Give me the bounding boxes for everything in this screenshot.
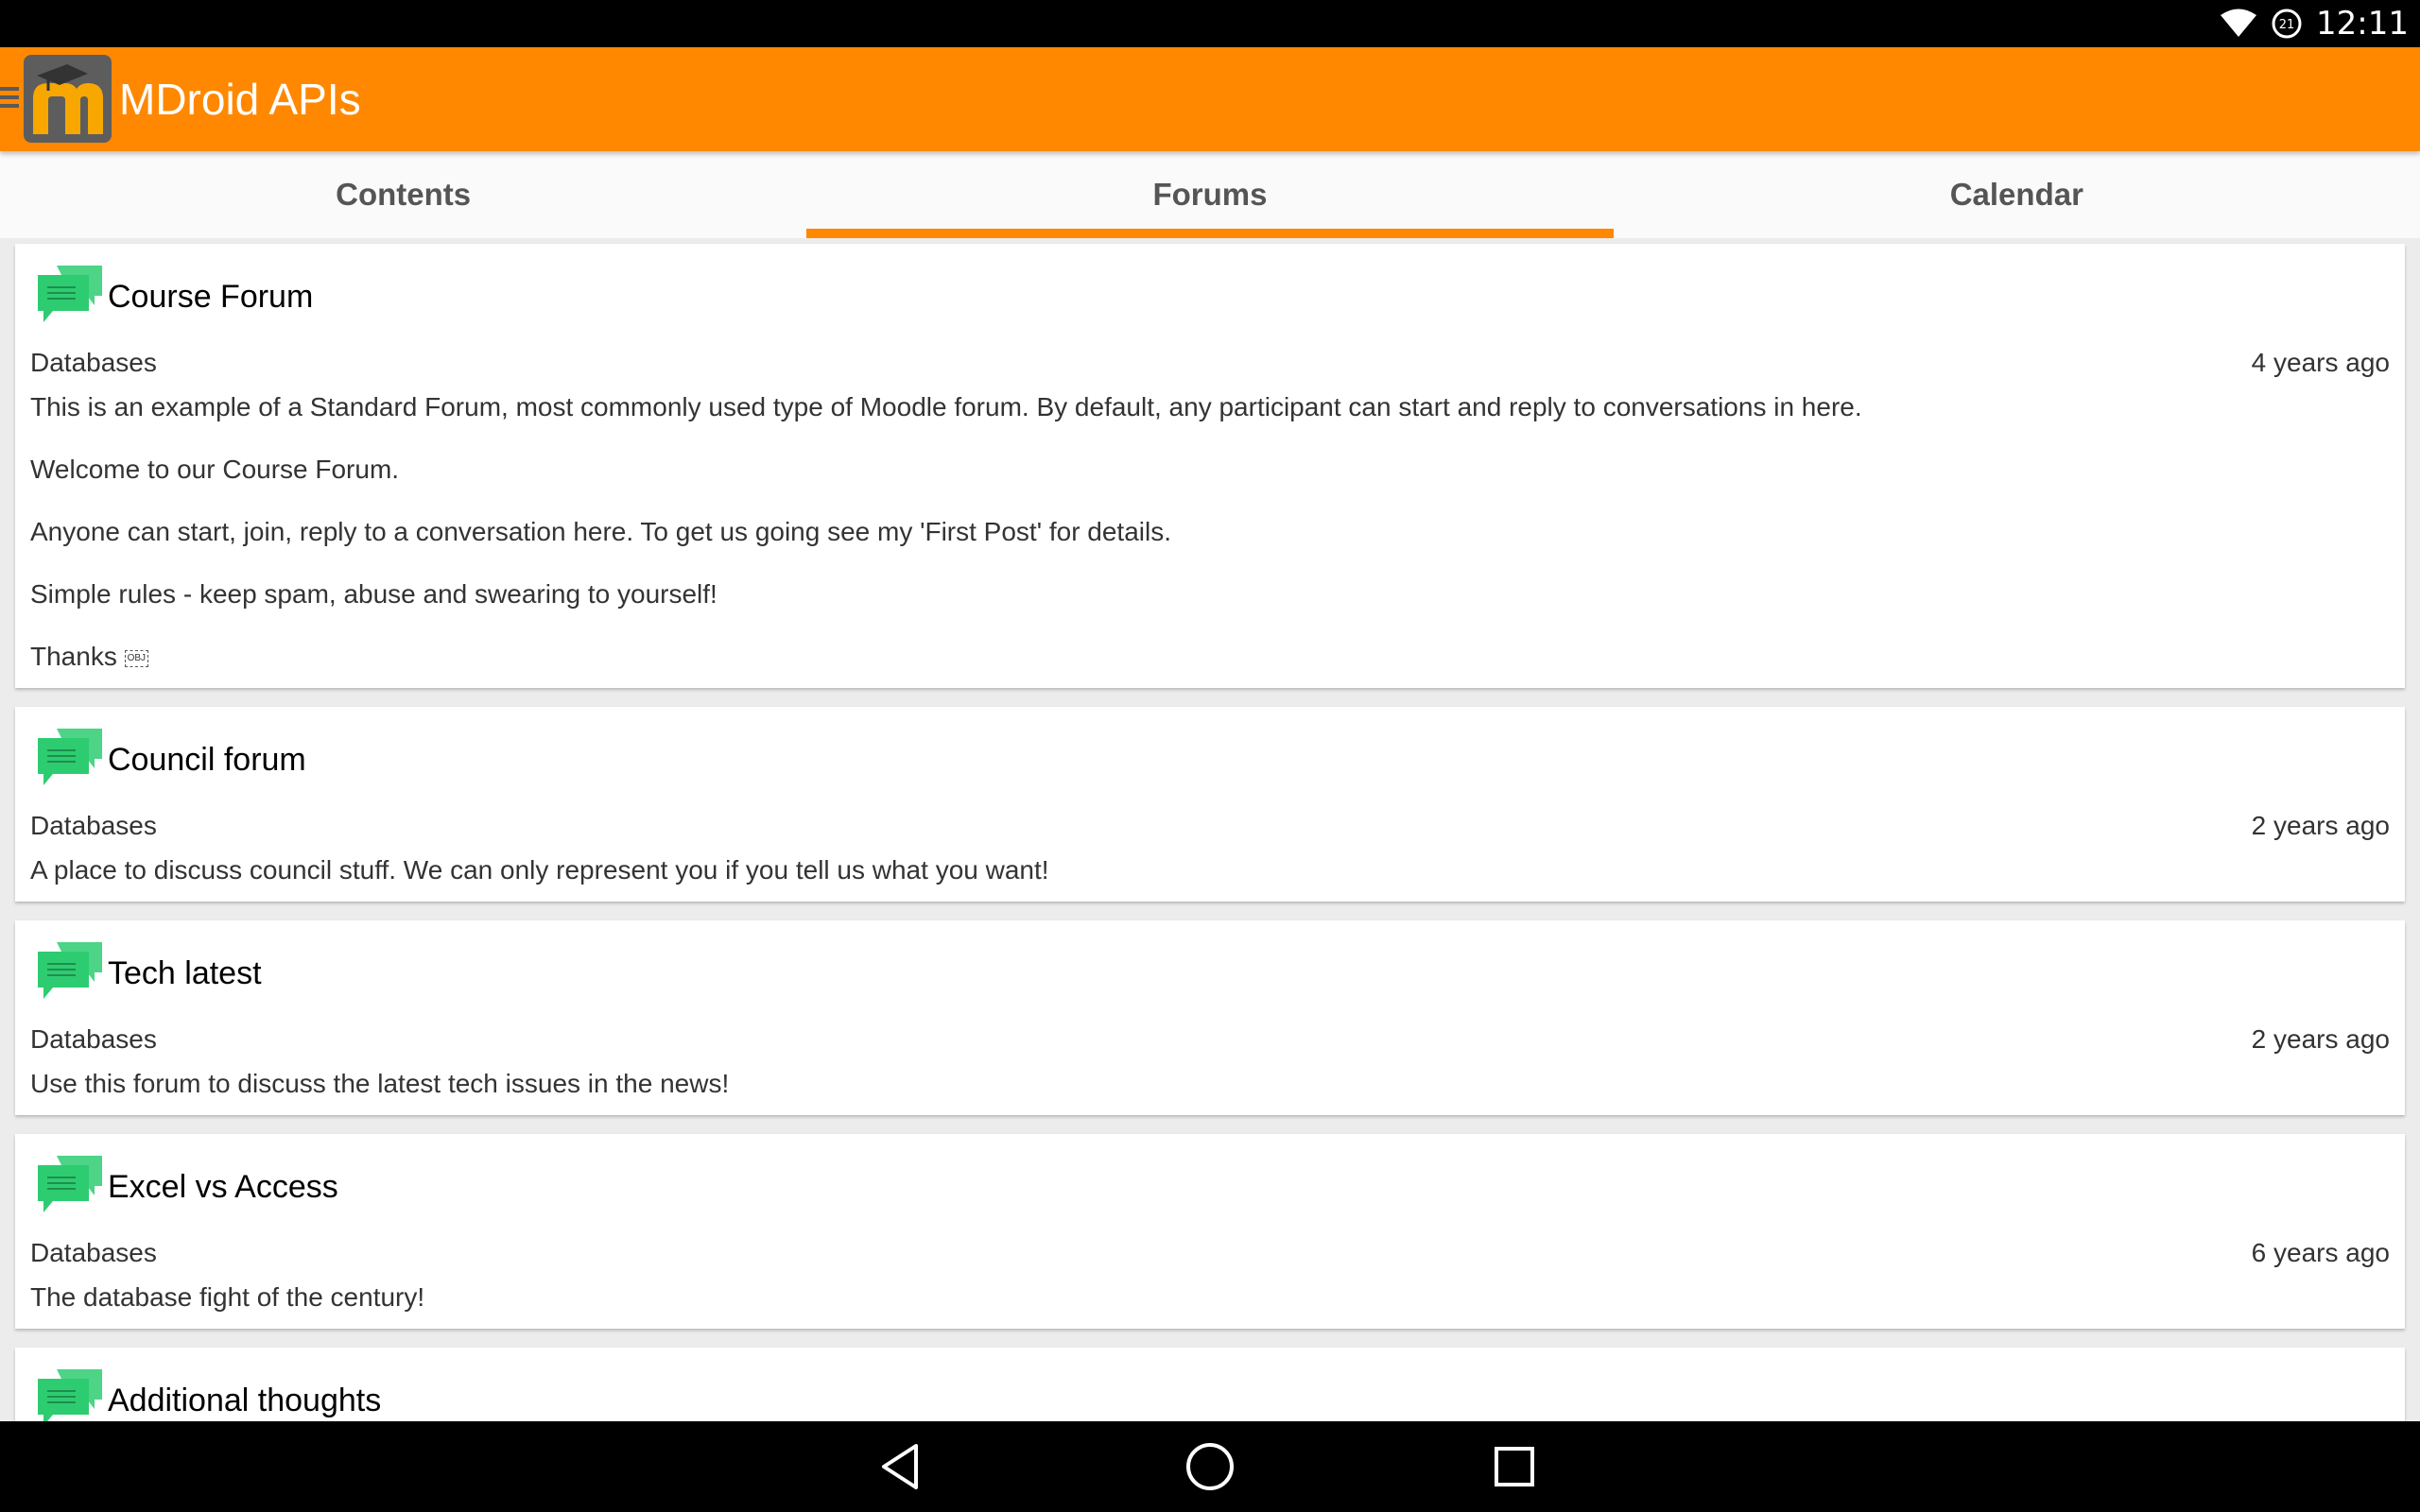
wifi-icon <box>2220 9 2257 39</box>
forum-list[interactable]: Course Forum Databases 4 years ago This … <box>0 238 2420 1421</box>
tab-label: Forums <box>1152 177 1268 212</box>
forum-time: 2 years ago <box>2251 811 2390 840</box>
forum-time: 4 years ago <box>2251 348 2390 377</box>
tab-label: Contents <box>336 177 472 212</box>
forum-description: Use this forum to discuss the latest tec… <box>30 1066 2390 1102</box>
forum-paragraph: Simple rules - keep spam, abuse and swea… <box>30 579 717 609</box>
forum-paragraph: A place to discuss council stuff. We can… <box>30 855 1049 885</box>
moodle-logo-icon[interactable] <box>24 55 112 143</box>
tab-bar: Contents Forums Calendar <box>0 151 2420 238</box>
forum-paragraph: The database fight of the century! <box>30 1282 425 1312</box>
menu-icon[interactable] <box>0 87 19 112</box>
forum-chat-icon <box>34 938 104 1008</box>
battery-level: 21 <box>2279 18 2295 32</box>
forum-title: Course Forum <box>108 278 314 315</box>
forum-card[interactable]: Tech latest Databases 2 years ago Use th… <box>15 920 2405 1115</box>
forum-chat-icon <box>34 725 104 795</box>
forum-card[interactable]: Council forum Databases 2 years ago A pl… <box>15 707 2405 902</box>
recents-icon[interactable] <box>1488 1440 1541 1493</box>
forum-category: Databases <box>30 811 157 840</box>
forum-time: 2 years ago <box>2251 1024 2390 1054</box>
forum-title: Excel vs Access <box>108 1168 338 1205</box>
forum-description: The database fight of the century! <box>30 1280 2390 1315</box>
forum-category: Databases <box>30 1024 157 1054</box>
forum-card[interactable]: Additional thoughts <box>15 1348 2405 1421</box>
tab-contents[interactable]: Contents <box>0 151 806 238</box>
object-placeholder: OBJ <box>124 649 149 667</box>
status-bar: 21 12:11 <box>0 0 2420 47</box>
tab-forums[interactable]: Forums <box>806 151 1614 238</box>
forum-paragraph: This is an example of a Standard Forum, … <box>30 392 1862 421</box>
system-nav-bar <box>0 1421 2420 1512</box>
forum-paragraph: Anyone can start, join, reply to a conve… <box>30 517 1172 546</box>
tab-label: Calendar <box>1949 177 2083 212</box>
tab-calendar[interactable]: Calendar <box>1614 151 2420 238</box>
forum-paragraph: Welcome to our Course Forum. <box>30 455 400 484</box>
forum-time: 6 years ago <box>2251 1238 2390 1267</box>
forum-description: This is an example of a Standard Forum, … <box>30 389 2390 675</box>
home-icon[interactable] <box>1184 1440 1236 1493</box>
forum-title: Additional thoughts <box>108 1382 382 1418</box>
forum-paragraph: Thanks <box>30 642 117 671</box>
forum-category: Databases <box>30 348 157 377</box>
app-bar: MDroid APIs <box>0 47 2420 151</box>
forum-title: Council forum <box>108 741 306 778</box>
forum-card[interactable]: Excel vs Access Databases 6 years ago Th… <box>15 1134 2405 1329</box>
forum-description: A place to discuss council stuff. We can… <box>30 852 2390 888</box>
forum-paragraph: Use this forum to discuss the latest tec… <box>30 1069 730 1098</box>
battery-icon: 21 <box>2271 8 2303 40</box>
back-icon[interactable] <box>874 1440 927 1493</box>
forum-category: Databases <box>30 1238 157 1267</box>
app-title: MDroid APIs <box>119 75 361 124</box>
forum-card[interactable]: Course Forum Databases 4 years ago This … <box>15 244 2405 688</box>
forum-chat-icon <box>34 1152 104 1222</box>
forum-chat-icon <box>34 262 104 332</box>
forum-title: Tech latest <box>108 954 262 991</box>
forum-chat-icon <box>34 1366 104 1421</box>
status-time: 12:11 <box>2316 5 2409 43</box>
